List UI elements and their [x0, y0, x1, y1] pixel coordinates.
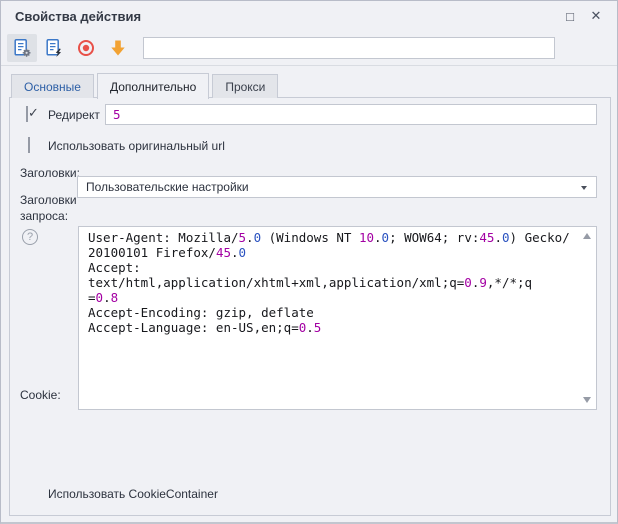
- tab-proxy[interactable]: Прокси: [212, 74, 278, 98]
- record-icon: [76, 38, 96, 58]
- download-button[interactable]: [103, 34, 133, 62]
- document-gear-icon: [12, 38, 32, 58]
- original-url-checkbox[interactable]: [28, 137, 30, 153]
- tab-basic[interactable]: Основные: [11, 74, 94, 98]
- maximize-button[interactable]: □: [557, 4, 583, 28]
- document-lightning-icon: [44, 38, 64, 58]
- window-controls: □ ✕: [557, 4, 609, 28]
- redirect-label: Редирект: [48, 108, 100, 122]
- request-headers-text: User-Agent: Mozilla/5.0 (Windows NT 10.0…: [79, 227, 596, 338]
- toolbar-input[interactable]: [143, 37, 555, 59]
- redirect-input[interactable]: 5: [105, 104, 597, 125]
- document-settings-button[interactable]: [7, 34, 37, 62]
- cookie-container-label: Использовать CookieContainer: [48, 487, 218, 501]
- scroll-up-icon[interactable]: [583, 233, 591, 239]
- headers-select-label: Заголовки:: [20, 166, 80, 180]
- request-headers-label-line2: запроса:: [20, 209, 68, 223]
- tab-advanced[interactable]: Дополнительно: [97, 73, 209, 99]
- headers-select[interactable]: Пользовательские настройки: [77, 176, 597, 198]
- tab-bar: Основные Дополнительно Прокси: [1, 66, 617, 98]
- chevron-down-icon: [581, 186, 587, 190]
- toolbar: [1, 31, 617, 66]
- record-button[interactable]: [71, 34, 101, 62]
- request-headers-label-line1: Заголовки: [20, 193, 77, 207]
- action-properties-window: Свойства действия □ ✕: [0, 0, 618, 524]
- request-headers-textarea[interactable]: User-Agent: Mozilla/5.0 (Windows NT 10.0…: [78, 226, 597, 410]
- document-actions-button[interactable]: [39, 34, 69, 62]
- scroll-down-icon[interactable]: [583, 397, 591, 403]
- redirect-value: 5: [113, 107, 121, 122]
- headers-select-value: Пользовательские настройки: [86, 180, 249, 194]
- titlebar: Свойства действия □ ✕: [1, 1, 617, 31]
- advanced-tab-panel: Редирект 5 Использовать оригинальный url…: [9, 97, 611, 516]
- window-title: Свойства действия: [15, 9, 141, 24]
- cookie-label: Cookie:: [20, 388, 61, 402]
- down-arrow-icon: [108, 38, 128, 58]
- help-icon[interactable]: ?: [22, 229, 38, 245]
- close-button[interactable]: ✕: [583, 4, 609, 28]
- original-url-label: Использовать оригинальный url: [48, 139, 225, 153]
- redirect-checkbox[interactable]: [26, 106, 28, 122]
